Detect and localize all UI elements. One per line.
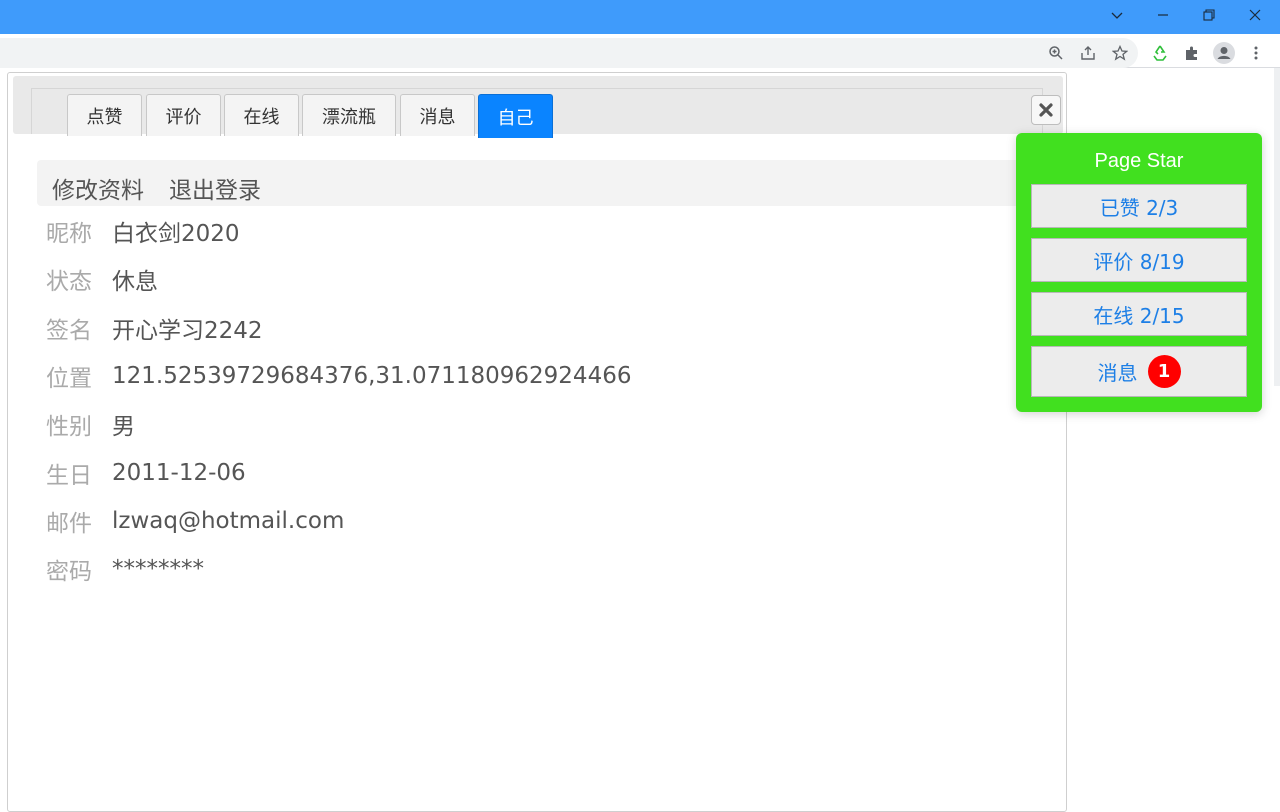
tab-strip: 点赞 评价 在线 漂流瓶 消息 自己 <box>13 76 1063 138</box>
share-icon[interactable] <box>1077 42 1099 64</box>
extension-recycle-icon[interactable] <box>1149 42 1171 64</box>
main-panel: 点赞 评价 在线 漂流瓶 消息 自己 修改资料 退出登录 昵称 白衣剑2020 … <box>7 72 1067 812</box>
field-password: 密码 ******** <box>46 553 204 585</box>
profile-icon[interactable] <box>1213 42 1235 64</box>
puzzle-icon[interactable] <box>1181 42 1203 64</box>
field-value: 休息 <box>112 269 158 295</box>
field-gender: 性别 男 <box>46 408 135 440</box>
liked-button[interactable]: 已赞 2/3 <box>1031 184 1247 228</box>
field-label: 状态 <box>46 269 92 295</box>
tab-self[interactable]: 自己 <box>478 94 553 138</box>
field-label: 生日 <box>46 463 92 489</box>
profile-actions: 修改资料 退出登录 <box>37 160 1043 206</box>
minimize-icon[interactable] <box>1140 0 1186 30</box>
field-nickname: 昵称 白衣剑2020 <box>46 215 240 247</box>
window-titlebar <box>0 0 1280 34</box>
page-star-title: Page Star <box>1094 150 1184 172</box>
tab-messages[interactable]: 消息 <box>400 94 475 136</box>
field-email: 邮件 lzwaq@hotmail.com <box>46 505 344 537</box>
field-status: 状态 休息 <box>46 263 158 295</box>
tab-online[interactable]: 在线 <box>224 94 299 136</box>
close-panel-button[interactable] <box>1031 95 1061 125</box>
messages-button[interactable]: 消息 1 <box>1031 346 1247 397</box>
logout-link[interactable]: 退出登录 <box>169 171 261 205</box>
edit-profile-link[interactable]: 修改资料 <box>52 171 144 205</box>
restore-icon[interactable] <box>1186 0 1232 30</box>
field-value: lzwaq@hotmail.com <box>112 508 345 534</box>
online-button[interactable]: 在线 2/15 <box>1031 292 1247 336</box>
field-signature: 签名 开心学习2242 <box>46 312 263 344</box>
field-value: 男 <box>112 414 135 440</box>
field-label: 位置 <box>46 366 92 392</box>
unread-badge: 1 <box>1147 355 1181 388</box>
chevron-down-icon[interactable] <box>1094 0 1140 30</box>
field-label: 昵称 <box>46 221 92 247</box>
field-value: ******** <box>112 556 204 582</box>
tab-drift-bottle[interactable]: 漂流瓶 <box>302 94 396 136</box>
address-bar[interactable] <box>0 38 1138 68</box>
scrollbar[interactable] <box>1274 68 1280 386</box>
field-value: 开心学习2242 <box>112 318 263 344</box>
page-star-popup: Page Star 已赞 2/3 评价 8/19 在线 2/15 消息 1 <box>1016 133 1262 412</box>
field-value: 121.52539729684376,31.071180962924466 <box>112 363 632 389</box>
bookmark-star-icon[interactable] <box>1109 42 1131 64</box>
field-label: 邮件 <box>46 511 92 537</box>
more-vert-icon[interactable] <box>1245 42 1267 64</box>
close-x-icon <box>1039 103 1053 117</box>
tab-reviews[interactable]: 评价 <box>146 94 221 136</box>
close-icon[interactable] <box>1232 0 1278 30</box>
field-label: 性别 <box>46 414 92 440</box>
field-value: 白衣剑2020 <box>112 221 240 247</box>
reviews-button[interactable]: 评价 8/19 <box>1031 238 1247 282</box>
browser-toolbar <box>0 34 1280 68</box>
zoom-icon[interactable] <box>1045 42 1067 64</box>
field-label: 签名 <box>46 318 92 344</box>
tab-likes[interactable]: 点赞 <box>67 94 142 136</box>
field-location: 位置 121.52539729684376,31.071180962924466 <box>46 360 631 392</box>
field-value: 2011-12-06 <box>112 460 246 486</box>
field-label: 密码 <box>46 559 92 585</box>
messages-label: 消息 <box>1097 361 1138 385</box>
field-birthday: 生日 2011-12-06 <box>46 457 246 489</box>
